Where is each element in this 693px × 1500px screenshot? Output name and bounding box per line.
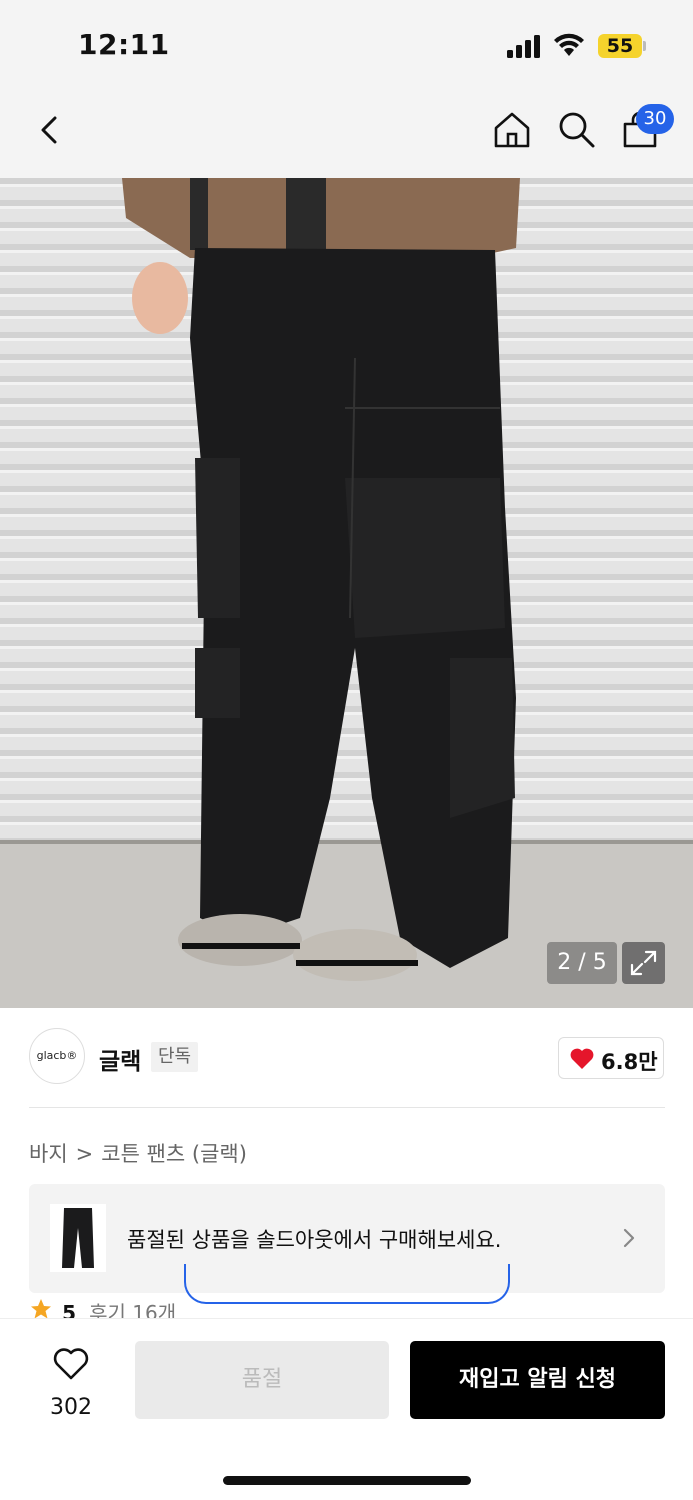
breadcrumb-separator: >	[75, 1142, 94, 1166]
battery-cap	[643, 41, 646, 51]
brand-name[interactable]: 글랙	[99, 1042, 141, 1076]
brand-logo[interactable]: glacb®	[29, 1028, 85, 1084]
wifi-icon	[554, 33, 584, 56]
brand-row: glacb® 글랙 단독 6.8만	[0, 1008, 693, 1108]
exclusive-tag: 단독	[151, 1042, 199, 1072]
search-icon[interactable]	[555, 108, 599, 152]
home-icon[interactable]	[490, 108, 534, 152]
floating-pill-outline	[184, 1264, 510, 1304]
bottom-action-bar: 302 품절 재입고 알림 신청	[0, 1318, 693, 1500]
status-bar: 12:11 55	[0, 0, 693, 90]
cellular-signal-icon	[507, 34, 543, 58]
product-thumbnail	[50, 1204, 106, 1272]
expand-icon[interactable]	[622, 942, 665, 984]
restock-alert-button[interactable]: 재입고 알림 신청	[410, 1341, 665, 1419]
soldout-banner-text: 품절된 상품을 솔드아웃에서 구매해보세요.	[127, 1228, 502, 1252]
divider	[29, 1107, 665, 1108]
home-indicator	[223, 1476, 471, 1485]
brand-like-count: 6.8만	[601, 1050, 658, 1074]
heart-outline-icon	[53, 1348, 89, 1380]
chevron-left-icon[interactable]	[30, 110, 70, 150]
cart-count-badge: 30	[636, 104, 674, 134]
chevron-right-icon	[623, 1228, 635, 1248]
status-time: 12:11	[78, 28, 170, 61]
wishlist-count: 302	[50, 1395, 92, 1420]
breadcrumb: 바지 > 코튼 팬츠 (글랙)	[29, 1138, 247, 1168]
breadcrumb-category[interactable]: 바지	[29, 1142, 68, 1166]
product-image[interactable]	[0, 178, 693, 1008]
soldout-button: 품절	[135, 1341, 389, 1419]
image-counter: 2 / 5	[547, 942, 617, 984]
brand-like-button[interactable]: 6.8만	[558, 1037, 664, 1079]
top-nav	[0, 90, 693, 178]
heart-filled-icon	[570, 1048, 594, 1069]
battery-icon: 55	[598, 34, 642, 58]
breadcrumb-product[interactable]: 코튼 팬츠 (글랙)	[101, 1142, 247, 1166]
wishlist-button[interactable]: 302	[30, 1343, 112, 1423]
